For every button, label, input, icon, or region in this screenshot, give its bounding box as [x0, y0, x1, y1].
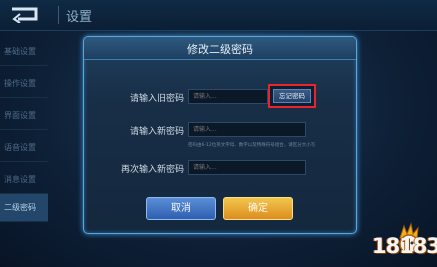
sidebar-item-voice[interactable]: 语音设置 [0, 134, 48, 162]
sidebar-item-basic[interactable]: 基础设置 [0, 38, 48, 66]
page-title: 设置 [66, 10, 93, 25]
new-password-label: 请输入新密码 [129, 127, 184, 137]
password-rule-hint: 密码由6-12位英文字母、数字以及特殊符号组合，请区分大小写 [188, 143, 316, 148]
confirm-button[interactable]: 确定 [223, 197, 293, 220]
old-password-label: 请输入旧密码 [129, 94, 184, 104]
new-password-input[interactable] [188, 122, 306, 137]
sidebar: 基础设置 操作设置 界面设置 语音设置 消息设置 二级密码 [0, 30, 48, 267]
confirm-password-label: 再次输入新密码 [120, 165, 184, 175]
forgot-password-highlight[interactable]: 忘记密码 [268, 84, 316, 108]
back-button[interactable] [2, 2, 54, 26]
top-bar: 设置 [0, 0, 437, 31]
old-password-input[interactable] [188, 89, 268, 104]
dialog-title: 修改二级密码 [187, 43, 253, 56]
header-divider [58, 6, 59, 24]
cancel-button[interactable]: 取消 [146, 197, 216, 220]
sidebar-item-messages[interactable]: 消息设置 [0, 166, 48, 194]
confirm-password-input[interactable] [188, 160, 306, 175]
sidebar-item-secondary-password[interactable]: 二级密码 [0, 194, 48, 222]
watermark-text: 18183 [372, 234, 437, 258]
sidebar-item-interface[interactable]: 界面设置 [0, 102, 48, 130]
forgot-password-button[interactable]: 忘记密码 [273, 89, 311, 103]
site-watermark-logo: 18183 [350, 222, 437, 264]
dialog-header: 修改二级密码 [84, 37, 356, 60]
sidebar-item-controls[interactable]: 操作设置 [0, 70, 48, 98]
back-arrow-icon [12, 7, 38, 23]
